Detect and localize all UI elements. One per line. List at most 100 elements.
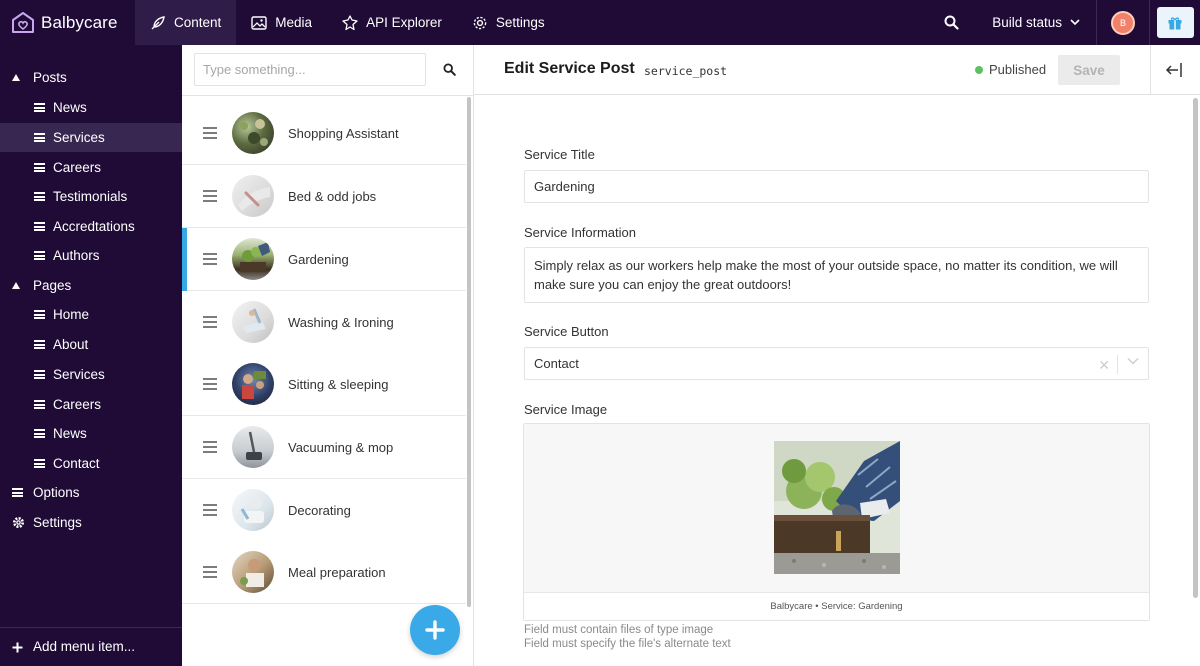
sidebar-item-careers[interactable]: Careers bbox=[0, 153, 182, 182]
nav-content[interactable]: Content bbox=[135, 0, 237, 45]
collapse-sidebar-icon bbox=[1165, 63, 1182, 77]
sidebar-item-home[interactable]: Home bbox=[0, 300, 182, 329]
balbycare-logo-icon bbox=[12, 11, 34, 33]
plus-icon bbox=[12, 642, 23, 653]
add-menu-item-button[interactable]: Add menu item... bbox=[0, 627, 182, 666]
thumbnail bbox=[232, 301, 274, 343]
sidebar-item-label: Posts bbox=[33, 70, 67, 85]
menu-icon bbox=[34, 370, 45, 379]
sidebar-item-authors[interactable]: Authors bbox=[0, 241, 182, 270]
build-status-dropdown[interactable]: Build status bbox=[980, 0, 1096, 45]
divider bbox=[182, 95, 474, 96]
drag-handle-icon[interactable] bbox=[203, 378, 217, 390]
sidebar-item-accredtations[interactable]: Accredtations bbox=[0, 212, 182, 241]
menu-icon bbox=[34, 133, 45, 142]
service-button-select[interactable]: Contact ✕ bbox=[524, 347, 1149, 380]
field-hint: Field must contain files of type image bbox=[524, 624, 714, 636]
sidebar-item-page-services[interactable]: Services bbox=[0, 360, 182, 389]
search-icon bbox=[944, 15, 959, 30]
service-information-textarea[interactable]: Simply relax as our workers help make th… bbox=[524, 247, 1149, 303]
brand[interactable]: Balbycare bbox=[0, 0, 135, 45]
editor-scrollbar[interactable] bbox=[1193, 98, 1198, 598]
image-caption: Balbycare • Service: Gardening bbox=[524, 592, 1149, 620]
service-title-input[interactable]: Gardening bbox=[524, 170, 1149, 203]
service-image-preview[interactable] bbox=[774, 441, 900, 574]
global-search-button[interactable] bbox=[932, 0, 970, 45]
save-button[interactable]: Save bbox=[1058, 55, 1120, 85]
avatar: B bbox=[1111, 10, 1135, 35]
chevron-down-icon[interactable] bbox=[1127, 357, 1139, 365]
list-item[interactable]: Sitting & sleeping bbox=[182, 353, 466, 416]
sidebar-item-settings[interactable]: Settings bbox=[0, 508, 182, 537]
drag-handle-icon[interactable] bbox=[203, 441, 217, 453]
list-search-button[interactable] bbox=[434, 53, 464, 86]
sidebar-item-label: Options bbox=[33, 485, 80, 500]
nav-api-explorer-label: API Explorer bbox=[366, 15, 442, 30]
service-image-field[interactable]: Balbycare • Service: Gardening bbox=[523, 423, 1150, 621]
list-item-title: Vacuuming & mop bbox=[288, 439, 394, 455]
field-hint: Field must specify the file's alternate … bbox=[524, 638, 731, 650]
service-button-value: Contact bbox=[534, 356, 579, 371]
list-item[interactable]: Decorating bbox=[182, 479, 466, 542]
whats-new-button[interactable] bbox=[1156, 7, 1194, 38]
gear-icon bbox=[13, 517, 24, 528]
user-menu[interactable]: B bbox=[1096, 0, 1150, 45]
gear-icon bbox=[473, 16, 487, 29]
collapse-panel-button[interactable] bbox=[1164, 61, 1184, 79]
plus-icon bbox=[425, 620, 445, 640]
thumbnail bbox=[232, 426, 274, 468]
add-record-button[interactable] bbox=[410, 605, 460, 655]
feather-icon bbox=[151, 15, 165, 29]
sidebar-item-label: Careers bbox=[53, 160, 102, 175]
sidebar-item-services[interactable]: Services bbox=[0, 123, 182, 152]
divider bbox=[1117, 355, 1118, 374]
sidebar-item-label: Services bbox=[53, 367, 105, 382]
sidebar-group-pages[interactable]: Pages bbox=[0, 271, 182, 300]
drag-handle-icon[interactable] bbox=[203, 316, 217, 328]
nav-media-label: Media bbox=[275, 15, 313, 30]
sidebar-item-label: Pages bbox=[33, 278, 72, 293]
menu-icon bbox=[34, 163, 45, 172]
editor-title: Edit Service Post bbox=[504, 60, 635, 77]
drag-handle-icon[interactable] bbox=[203, 253, 217, 265]
records-list-panel: Shopping Assistant Bed & odd jobs Garden… bbox=[182, 45, 474, 666]
sidebar-item-about[interactable]: About bbox=[0, 330, 182, 359]
menu-icon bbox=[34, 400, 45, 409]
list-item[interactable]: Meal preparation bbox=[182, 541, 466, 604]
clear-icon[interactable]: ✕ bbox=[1098, 357, 1110, 374]
list-scrollbar[interactable] bbox=[467, 97, 471, 607]
list-item-title: Sitting & sleeping bbox=[288, 376, 389, 392]
top-nav: Content Media API Explorer Settings bbox=[135, 0, 560, 45]
list-item[interactable]: Gardening bbox=[182, 228, 466, 291]
sidebar-item-page-news[interactable]: News bbox=[0, 419, 182, 448]
sidebar-item-testimonials[interactable]: Testimonials bbox=[0, 182, 182, 211]
caret-up-icon bbox=[12, 74, 20, 81]
list-item[interactable]: Vacuuming & mop bbox=[182, 416, 466, 479]
status-text: Published bbox=[989, 62, 1047, 77]
nav-api-explorer[interactable]: API Explorer bbox=[327, 0, 457, 45]
drag-handle-icon[interactable] bbox=[203, 566, 217, 578]
sidebar-item-contact[interactable]: Contact bbox=[0, 449, 182, 478]
drag-handle-icon[interactable] bbox=[203, 127, 217, 139]
top-bar: Balbycare Content Media API Explorer Set… bbox=[0, 0, 1200, 45]
sidebar-group-posts[interactable]: Posts bbox=[0, 63, 182, 92]
gift-icon bbox=[1168, 16, 1182, 29]
list-item[interactable]: Shopping Assistant bbox=[182, 102, 466, 165]
sidebar-item-label: Services bbox=[53, 130, 105, 145]
sidebar-item-news[interactable]: News bbox=[0, 93, 182, 122]
sidebar-item-label: News bbox=[53, 100, 87, 115]
drag-handle-icon[interactable] bbox=[203, 504, 217, 516]
nav-content-label: Content bbox=[174, 15, 222, 30]
list-item[interactable]: Bed & odd jobs bbox=[182, 165, 466, 228]
list-item[interactable]: Washing & Ironing bbox=[182, 291, 466, 354]
list-search-input[interactable] bbox=[194, 53, 426, 86]
search-icon bbox=[442, 63, 456, 76]
selection-indicator bbox=[182, 228, 187, 291]
nav-settings[interactable]: Settings bbox=[457, 0, 560, 45]
thumbnail bbox=[232, 551, 274, 593]
sidebar-item-label: Accredtations bbox=[53, 219, 135, 234]
nav-media[interactable]: Media bbox=[236, 0, 327, 45]
sidebar-item-page-careers[interactable]: Careers bbox=[0, 390, 182, 419]
drag-handle-icon[interactable] bbox=[203, 190, 217, 202]
sidebar-item-options[interactable]: Options bbox=[0, 478, 182, 507]
